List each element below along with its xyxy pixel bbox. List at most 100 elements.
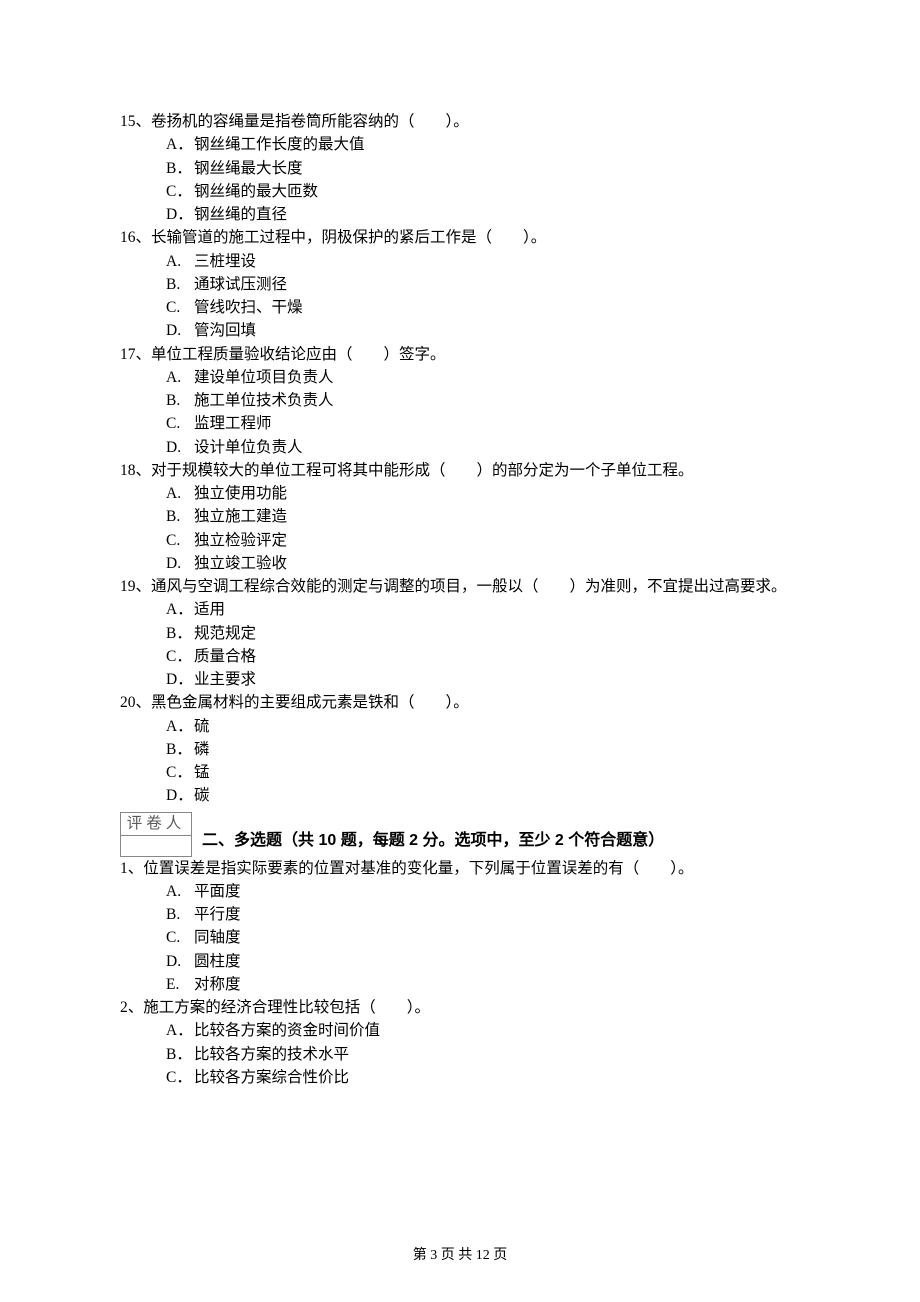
- option-text: 锰: [194, 764, 210, 781]
- question-19: 19、通风与空调工程综合效能的测定与调整的项目，一般以（ ）为准则，不宜提出过高…: [120, 575, 800, 691]
- option-text: 钢丝绳最大长度: [194, 160, 303, 177]
- q-text: 长输管道的施工过程中，阴极保护的紧后工作是（ ）。: [151, 229, 546, 246]
- option-b: B．规范规定: [166, 622, 800, 645]
- option-text: 施工单位技术负责人: [194, 392, 334, 409]
- q-number: 15、: [120, 113, 151, 130]
- option-c: C.同轴度: [166, 926, 800, 949]
- option-d: D．业主要求: [166, 668, 800, 691]
- option-text: 比较各方案的资金时间价值: [194, 1022, 380, 1039]
- q-text: 卷扬机的容绳量是指卷筒所能容纳的（ ）。: [151, 113, 469, 130]
- q-number: 16、: [120, 229, 151, 246]
- option-text: 建设单位项目负责人: [194, 369, 334, 386]
- option-letter: B．: [166, 622, 194, 645]
- option-text: 独立竣工验收: [194, 555, 287, 572]
- option-b: B．比较各方案的技术水平: [166, 1043, 800, 1066]
- question-18: 18、对于规模较大的单位工程可将其中能形成（ ）的部分定为一个子单位工程。 A.…: [120, 459, 800, 575]
- q-text: 单位工程质量验收结论应由（ ）签字。: [151, 346, 446, 363]
- option-text: 独立使用功能: [194, 485, 287, 502]
- grader-box: 评卷人: [120, 812, 192, 857]
- option-d: D.管沟回填: [166, 319, 800, 342]
- option-a: A.平面度: [166, 880, 800, 903]
- option-letter: B．: [166, 738, 194, 761]
- option-text: 对称度: [194, 976, 241, 993]
- option-text: 监理工程师: [194, 415, 272, 432]
- q-number: 19、: [120, 578, 151, 595]
- option-b: B．磷: [166, 738, 800, 761]
- option-b: B.通球试压测径: [166, 273, 800, 296]
- option-a: A.独立使用功能: [166, 482, 800, 505]
- q-text: 施工方案的经济合理性比较包括（ ）。: [143, 999, 430, 1016]
- question-stem: 17、单位工程质量验收结论应由（ ）签字。: [120, 343, 800, 366]
- question-20: 20、黑色金属材料的主要组成元素是铁和（ ）。 A．硫 B．磷 C．锰 D．碳: [120, 691, 800, 807]
- option-b: B．钢丝绳最大长度: [166, 157, 800, 180]
- option-b: B.施工单位技术负责人: [166, 389, 800, 412]
- option-a: A．比较各方案的资金时间价值: [166, 1019, 800, 1042]
- option-text: 平面度: [194, 883, 241, 900]
- option-text: 通球试压测径: [194, 276, 287, 293]
- option-text: 三桩埋设: [194, 253, 256, 270]
- option-d: D．钢丝绳的直径: [166, 203, 800, 226]
- option-d: D.独立竣工验收: [166, 552, 800, 575]
- option-text: 管沟回填: [194, 322, 256, 339]
- q-text: 黑色金属材料的主要组成元素是铁和（ ）。: [151, 694, 469, 711]
- question-stem: 16、长输管道的施工过程中，阴极保护的紧后工作是（ ）。: [120, 226, 800, 249]
- q-number: 18、: [120, 462, 151, 479]
- option-letter: C．: [166, 761, 194, 784]
- option-letter: B.: [166, 389, 194, 412]
- option-letter: D．: [166, 784, 194, 807]
- option-c: C.管线吹扫、干燥: [166, 296, 800, 319]
- option-text: 圆柱度: [194, 953, 241, 970]
- question-17: 17、单位工程质量验收结论应由（ ）签字。 A.建设单位项目负责人 B.施工单位…: [120, 343, 800, 459]
- option-a: A.建设单位项目负责人: [166, 366, 800, 389]
- option-a: A.三桩埋设: [166, 250, 800, 273]
- option-letter: A．: [166, 133, 194, 156]
- option-text: 平行度: [194, 906, 241, 923]
- option-text: 适用: [194, 601, 225, 618]
- question-stem: 20、黑色金属材料的主要组成元素是铁和（ ）。: [120, 691, 800, 714]
- option-letter: C.: [166, 296, 194, 319]
- q-text: 位置误差是指实际要素的位置对基准的变化量，下列属于位置误差的有（ ）。: [143, 860, 693, 877]
- option-letter: E.: [166, 973, 194, 996]
- option-letter: B.: [166, 903, 194, 926]
- question-stem: 1、位置误差是指实际要素的位置对基准的变化量，下列属于位置误差的有（ ）。: [120, 857, 800, 880]
- option-e: E.对称度: [166, 973, 800, 996]
- option-letter: C．: [166, 180, 194, 203]
- option-letter: A．: [166, 715, 194, 738]
- option-letter: D．: [166, 203, 194, 226]
- option-text: 钢丝绳的最大匝数: [194, 183, 318, 200]
- option-letter: D.: [166, 552, 194, 575]
- option-letter: D.: [166, 319, 194, 342]
- question-stem: 15、卷扬机的容绳量是指卷筒所能容纳的（ ）。: [120, 110, 800, 133]
- q-number: 1、: [120, 860, 143, 877]
- option-letter: C．: [166, 1066, 194, 1089]
- option-letter: C．: [166, 645, 194, 668]
- option-c: C.独立检验评定: [166, 529, 800, 552]
- question-stem: 2、施工方案的经济合理性比较包括（ ）。: [120, 996, 800, 1019]
- option-letter: A．: [166, 598, 194, 621]
- option-c: C．锰: [166, 761, 800, 784]
- section-2-header-row: 评卷人 二、多选题（共 10 题，每题 2 分。选项中，至少 2 个符合题意）: [120, 810, 800, 857]
- option-b: B.平行度: [166, 903, 800, 926]
- option-text: 规范规定: [194, 625, 256, 642]
- page-footer: 第 3 页 共 12 页: [0, 1245, 920, 1266]
- q-text: 通风与空调工程综合效能的测定与调整的项目，一般以（ ）为准则，不宜提出过高要求。: [151, 578, 787, 595]
- option-letter: A.: [166, 250, 194, 273]
- option-a: A．硫: [166, 715, 800, 738]
- question-16: 16、长输管道的施工过程中，阴极保护的紧后工作是（ ）。 A.三桩埋设 B.通球…: [120, 226, 800, 342]
- multi-question-2: 2、施工方案的经济合理性比较包括（ ）。 A．比较各方案的资金时间价值 B．比较…: [120, 996, 800, 1089]
- option-letter: B．: [166, 1043, 194, 1066]
- option-c: C.监理工程师: [166, 412, 800, 435]
- option-text: 比较各方案的技术水平: [194, 1046, 349, 1063]
- q-text: 对于规模较大的单位工程可将其中能形成（ ）的部分定为一个子单位工程。: [151, 462, 694, 479]
- option-text: 比较各方案综合性价比: [194, 1069, 349, 1086]
- question-stem: 19、通风与空调工程综合效能的测定与调整的项目，一般以（ ）为准则，不宜提出过高…: [120, 575, 800, 598]
- option-letter: A．: [166, 1019, 194, 1042]
- option-c: C．钢丝绳的最大匝数: [166, 180, 800, 203]
- multi-question-1: 1、位置误差是指实际要素的位置对基准的变化量，下列属于位置误差的有（ ）。 A.…: [120, 857, 800, 997]
- option-text: 同轴度: [194, 929, 241, 946]
- option-letter: B.: [166, 273, 194, 296]
- option-letter: A.: [166, 482, 194, 505]
- q-number: 2、: [120, 999, 143, 1016]
- option-letter: C.: [166, 926, 194, 949]
- section-2-title: 二、多选题（共 10 题，每题 2 分。选项中，至少 2 个符合题意）: [202, 829, 664, 853]
